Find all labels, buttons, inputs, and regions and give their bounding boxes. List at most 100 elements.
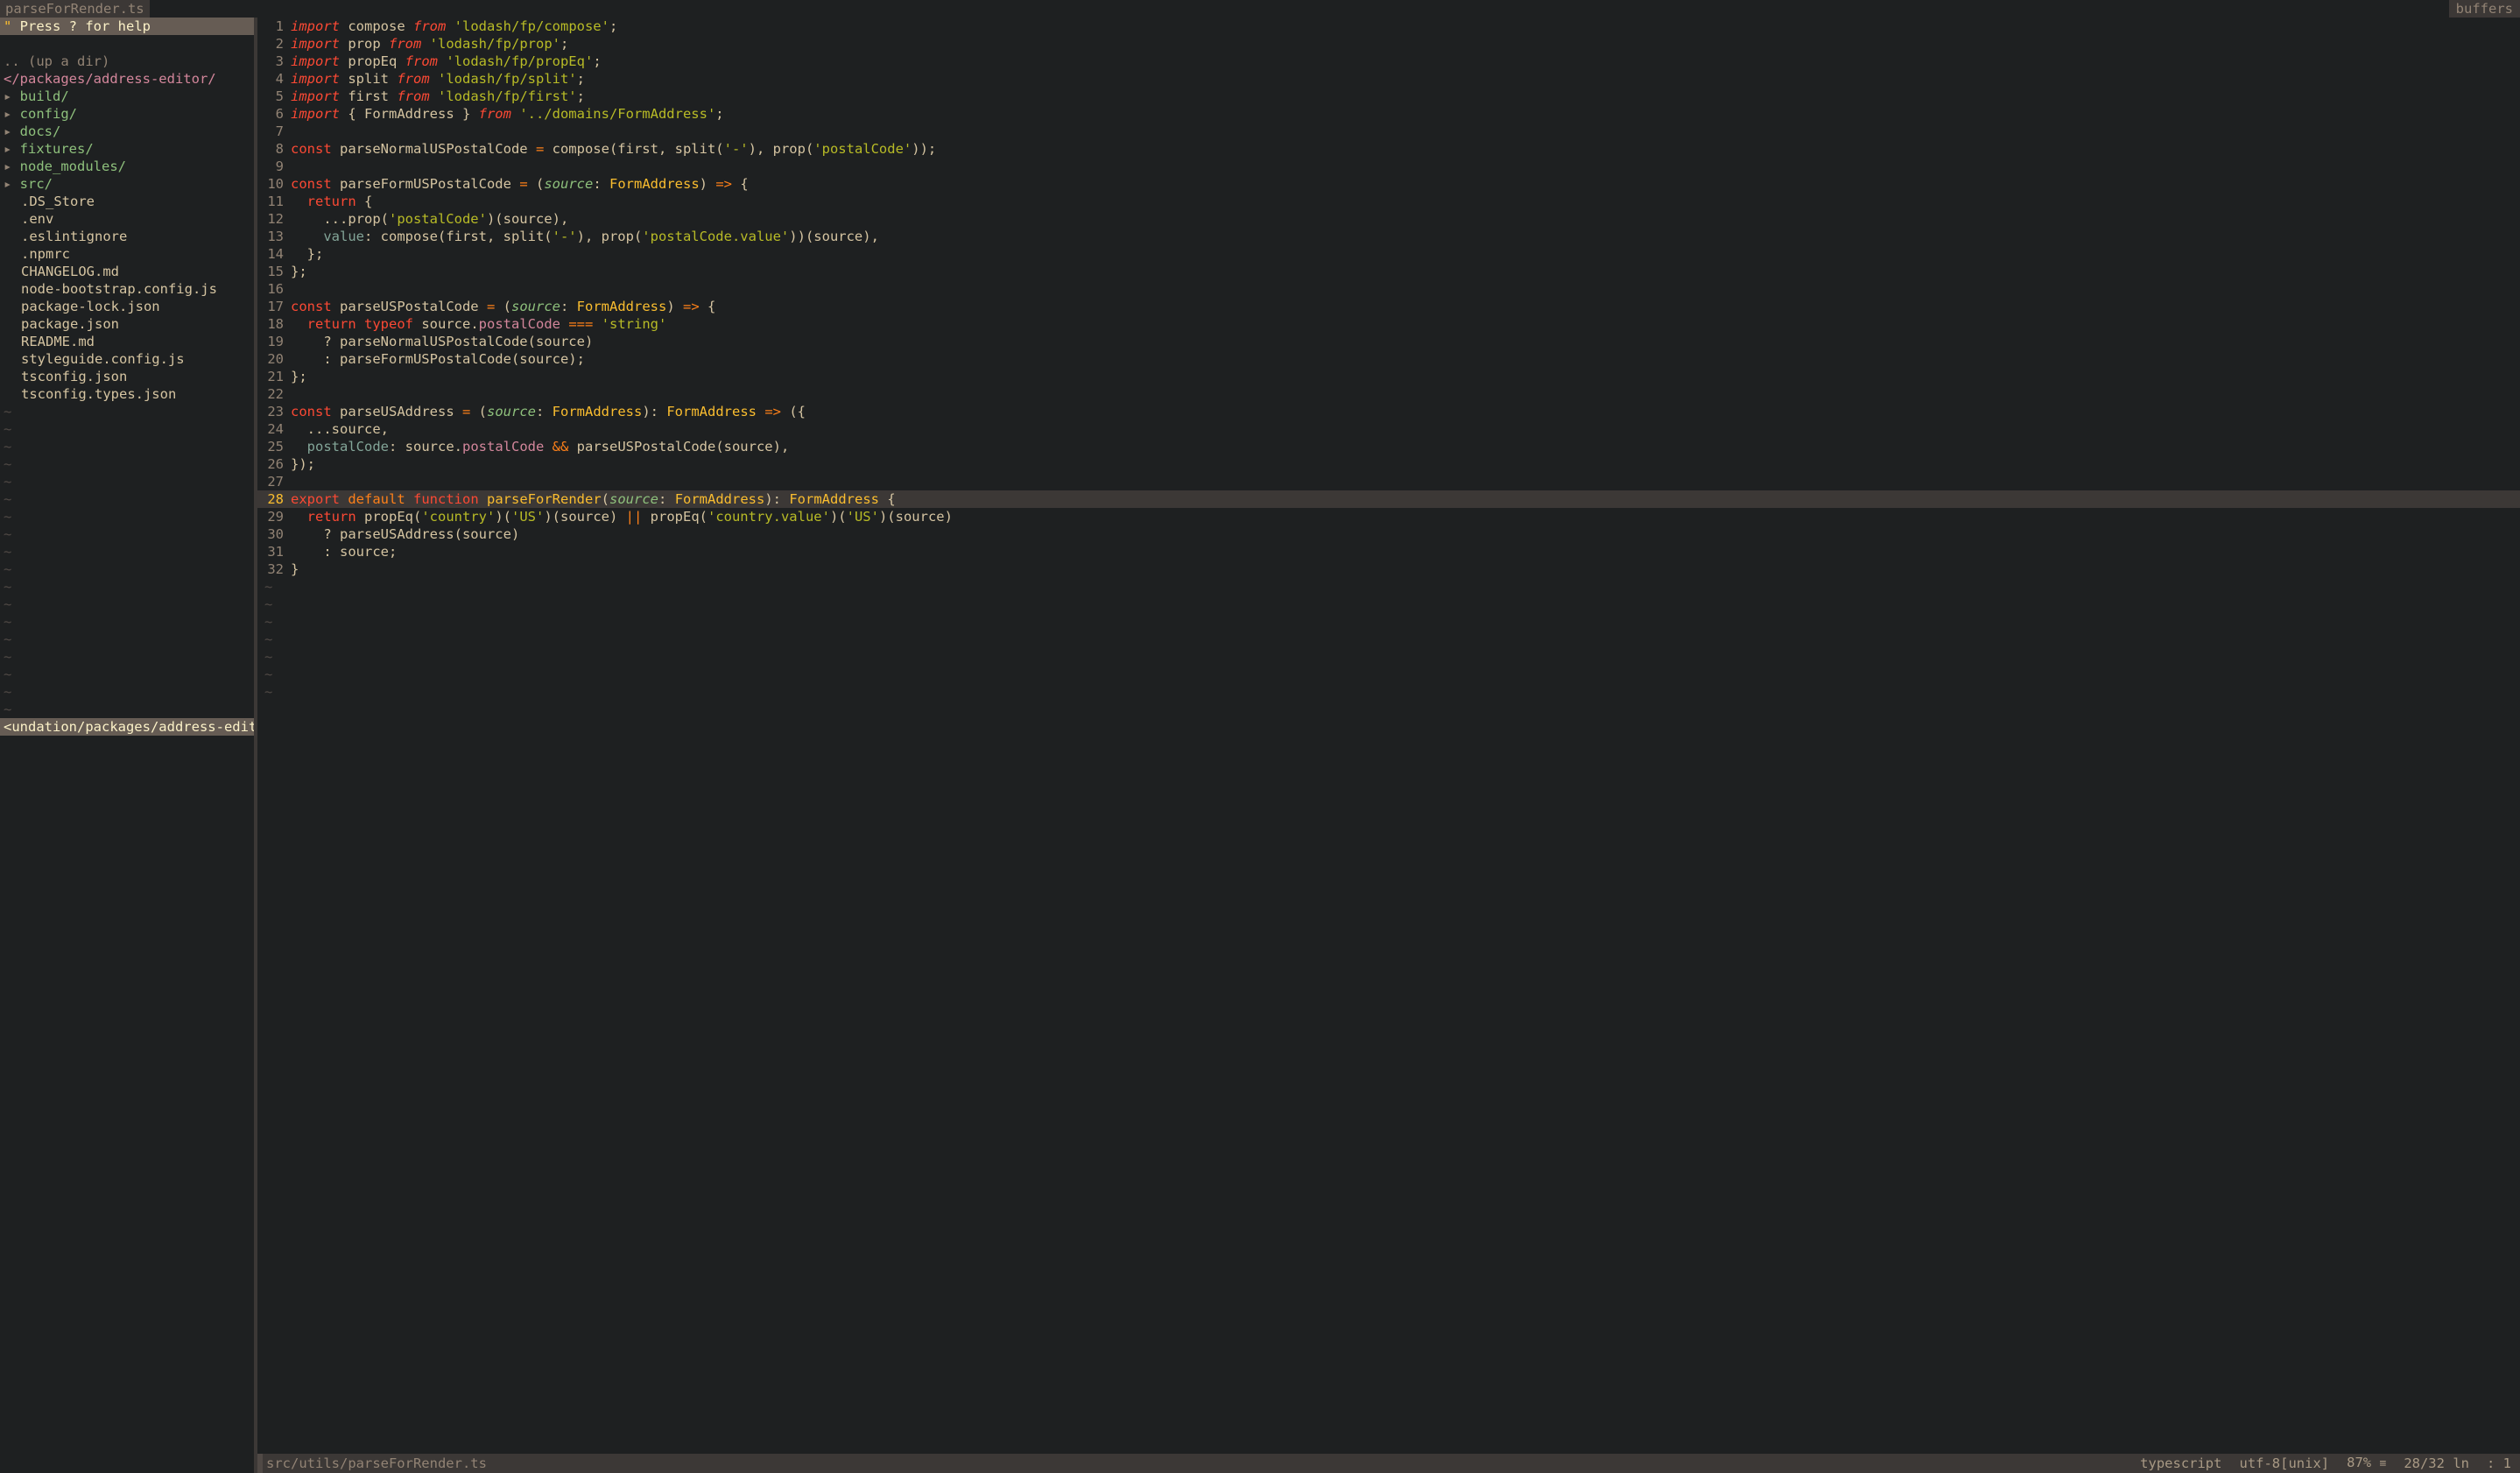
tree-file[interactable]: README.md: [0, 333, 254, 350]
code-line[interactable]: 18 return typeof source.postalCode === '…: [257, 315, 2520, 333]
code-content[interactable]: import compose from 'lodash/fp/compose';: [291, 18, 2520, 35]
code-content[interactable]: const parseUSAddress = (source: FormAddr…: [291, 403, 2520, 420]
empty-line: ~: [257, 648, 2520, 666]
tree-dir[interactable]: ▸ fixtures/: [0, 140, 254, 158]
code-content[interactable]: export default function parseForRender(s…: [291, 490, 2520, 508]
code-area[interactable]: 1import compose from 'lodash/fp/compose'…: [257, 18, 2520, 1454]
code-content[interactable]: const parseUSPostalCode = (source: FormA…: [291, 298, 2520, 315]
buffers-label[interactable]: buffers: [2449, 0, 2520, 18]
code-line[interactable]: 19 ? parseNormalUSPostalCode(source): [257, 333, 2520, 350]
code-content[interactable]: [291, 385, 2520, 403]
code-line[interactable]: 28export default function parseForRender…: [257, 490, 2520, 508]
code-content[interactable]: : parseFormUSPostalCode(source);: [291, 350, 2520, 368]
tree-file[interactable]: tsconfig.json: [0, 368, 254, 385]
tree-file[interactable]: node-bootstrap.config.js: [0, 280, 254, 298]
code-content[interactable]: import prop from 'lodash/fp/prop';: [291, 35, 2520, 53]
tree-file[interactable]: styleguide.config.js: [0, 350, 254, 368]
code-line[interactable]: 13 value: compose(first, split('-'), pro…: [257, 228, 2520, 245]
tree-file[interactable]: package-lock.json: [0, 298, 254, 315]
code-content[interactable]: };: [291, 368, 2520, 385]
line-number: 8: [257, 140, 291, 158]
code-line[interactable]: 11 return {: [257, 193, 2520, 210]
code-content[interactable]: ...prop('postalCode')(source),: [291, 210, 2520, 228]
up-dir[interactable]: .. (up a dir): [0, 53, 254, 70]
code-content[interactable]: ? parseNormalUSPostalCode(source): [291, 333, 2520, 350]
code-content[interactable]: const parseNormalUSPostalCode = compose(…: [291, 140, 2520, 158]
code-content[interactable]: return propEq('country')('US')(source) |…: [291, 508, 2520, 525]
help-text: Press ? for help: [11, 18, 151, 34]
tree-root[interactable]: </packages/address-editor/: [0, 70, 254, 88]
code-content[interactable]: });: [291, 455, 2520, 473]
code-line[interactable]: 10const parseFormUSPostalCode = (source:…: [257, 175, 2520, 193]
code-content[interactable]: [291, 158, 2520, 175]
line-number: 31: [257, 543, 291, 560]
code-line[interactable]: 29 return propEq('country')('US')(source…: [257, 508, 2520, 525]
tree-file[interactable]: .npmrc: [0, 245, 254, 263]
code-line[interactable]: 4import split from 'lodash/fp/split';: [257, 70, 2520, 88]
code-line[interactable]: 6import { FormAddress } from '../domains…: [257, 105, 2520, 123]
tree-file[interactable]: .env: [0, 210, 254, 228]
code-line[interactable]: 5import first from 'lodash/fp/first';: [257, 88, 2520, 105]
tree-file[interactable]: .eslintignore: [0, 228, 254, 245]
code-content[interactable]: const parseFormUSPostalCode = (source: F…: [291, 175, 2520, 193]
tab-filename[interactable]: parseForRender.ts: [0, 0, 150, 18]
tree-file[interactable]: tsconfig.types.json: [0, 385, 254, 403]
code-line[interactable]: 25 postalCode: source.postalCode && pars…: [257, 438, 2520, 455]
line-number: 15: [257, 263, 291, 280]
code-content[interactable]: ? parseUSAddress(source): [291, 525, 2520, 543]
code-line[interactable]: 2import prop from 'lodash/fp/prop';: [257, 35, 2520, 53]
code-line[interactable]: 21};: [257, 368, 2520, 385]
code-content[interactable]: };: [291, 263, 2520, 280]
code-line[interactable]: 22: [257, 385, 2520, 403]
empty-line: ~: [0, 455, 254, 473]
code-line[interactable]: 7: [257, 123, 2520, 140]
code-content[interactable]: }: [291, 560, 2520, 578]
code-line[interactable]: 31 : source;: [257, 543, 2520, 560]
code-content[interactable]: import split from 'lodash/fp/split';: [291, 70, 2520, 88]
empty-line: ~: [0, 473, 254, 490]
line-number: 26: [257, 455, 291, 473]
code-content[interactable]: [291, 473, 2520, 490]
code-content[interactable]: [291, 280, 2520, 298]
tree-dir[interactable]: ▸ build/: [0, 88, 254, 105]
code-line[interactable]: 23const parseUSAddress = (source: FormAd…: [257, 403, 2520, 420]
tree-dir[interactable]: ▸ src/: [0, 175, 254, 193]
code-line[interactable]: 8const parseNormalUSPostalCode = compose…: [257, 140, 2520, 158]
code-content[interactable]: postalCode: source.postalCode && parseUS…: [291, 438, 2520, 455]
code-content[interactable]: : source;: [291, 543, 2520, 560]
tree-dir[interactable]: ▸ docs/: [0, 123, 254, 140]
tree-file[interactable]: CHANGELOG.md: [0, 263, 254, 280]
tree-dir[interactable]: ▸ node_modules/: [0, 158, 254, 175]
tree-file[interactable]: package.json: [0, 315, 254, 333]
scroll-thumb[interactable]: [2508, 490, 2520, 508]
code-content[interactable]: [291, 123, 2520, 140]
code-line[interactable]: 14 };: [257, 245, 2520, 263]
code-content[interactable]: return typeof source.postalCode === 'str…: [291, 315, 2520, 333]
code-content[interactable]: import { FormAddress } from '../domains/…: [291, 105, 2520, 123]
code-line[interactable]: 12 ...prop('postalCode')(source),: [257, 210, 2520, 228]
code-content[interactable]: return {: [291, 193, 2520, 210]
code-line[interactable]: 3import propEq from 'lodash/fp/propEq';: [257, 53, 2520, 70]
code-line[interactable]: 24 ...source,: [257, 420, 2520, 438]
code-content[interactable]: ...source,: [291, 420, 2520, 438]
scrollbar[interactable]: [2508, 18, 2520, 1454]
code-content[interactable]: import first from 'lodash/fp/first';: [291, 88, 2520, 105]
code-line[interactable]: 17const parseUSPostalCode = (source: For…: [257, 298, 2520, 315]
code-line[interactable]: 1import compose from 'lodash/fp/compose'…: [257, 18, 2520, 35]
code-line[interactable]: 26});: [257, 455, 2520, 473]
code-content[interactable]: value: compose(first, split('-'), prop('…: [291, 228, 2520, 245]
code-line[interactable]: 20 : parseFormUSPostalCode(source);: [257, 350, 2520, 368]
code-content[interactable]: import propEq from 'lodash/fp/propEq';: [291, 53, 2520, 70]
code-line[interactable]: 9: [257, 158, 2520, 175]
tree-dir[interactable]: ▸ config/: [0, 105, 254, 123]
code-line[interactable]: 16: [257, 280, 2520, 298]
code-line[interactable]: 15};: [257, 263, 2520, 280]
code-line[interactable]: 32}: [257, 560, 2520, 578]
code-content[interactable]: };: [291, 245, 2520, 263]
line-number: 13: [257, 228, 291, 245]
tree-file[interactable]: .DS_Store: [0, 193, 254, 210]
code-line[interactable]: 30 ? parseUSAddress(source): [257, 525, 2520, 543]
empty-line: ~: [257, 666, 2520, 683]
code-line[interactable]: 27: [257, 473, 2520, 490]
status-percent: 87% ≡: [2338, 1454, 2395, 1473]
